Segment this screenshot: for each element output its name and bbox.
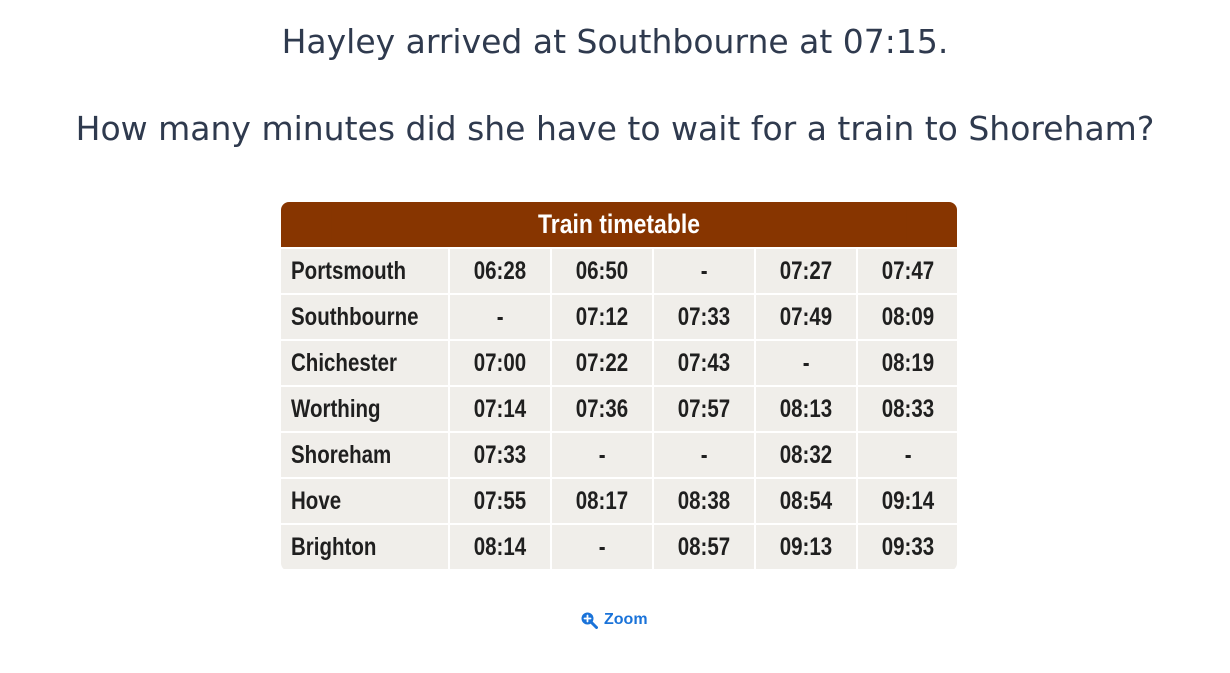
departure-time-cell: 08:17 — [552, 479, 652, 523]
zoom-label: Zoom — [604, 611, 648, 628]
departure-time: - — [700, 440, 708, 469]
departure-time-cell: 08:33 — [858, 387, 957, 431]
departure-time-cell: - — [654, 249, 754, 293]
departure-time-cell: 06:28 — [450, 249, 550, 293]
departure-time-cell: 08:13 — [756, 387, 856, 431]
station-name-cell: Portsmouth — [281, 249, 448, 293]
station-name-cell: Hove — [281, 479, 448, 523]
station-name: Brighton — [291, 532, 377, 561]
departure-time-cell: 07:55 — [450, 479, 550, 523]
departure-time-cell: 08:32 — [756, 433, 856, 477]
departure-time: 08:33 — [881, 394, 935, 423]
departure-time-cell: 08:19 — [858, 341, 957, 385]
departure-time: 07:00 — [473, 348, 527, 377]
station-name-cell: Brighton — [281, 525, 448, 569]
departure-time: 07:43 — [677, 348, 731, 377]
departure-time: 09:33 — [881, 532, 935, 561]
departure-time: 07:14 — [473, 394, 527, 423]
departure-time-cell: 07:36 — [552, 387, 652, 431]
departure-time-cell: 07:14 — [450, 387, 550, 431]
departure-time: 07:22 — [575, 348, 629, 377]
departure-time: - — [700, 256, 708, 285]
departure-time-cell: 09:33 — [858, 525, 957, 569]
departure-time: 08:57 — [677, 532, 731, 561]
departure-time: 08:38 — [677, 486, 731, 515]
station-name: Worthing — [291, 394, 381, 423]
departure-time-cell: 08:09 — [858, 295, 957, 339]
departure-time: 06:28 — [473, 256, 527, 285]
station-name: Portsmouth — [291, 256, 407, 285]
departure-time: - — [904, 440, 912, 469]
station-name: Hove — [291, 486, 342, 515]
station-name: Shoreham — [291, 440, 392, 469]
timetable-grid: Portsmouth 06:28 06:50 - 07:27 07:47 Southbour… — [281, 247, 957, 569]
departure-time-cell: 07:33 — [450, 433, 550, 477]
departure-time: 08:09 — [881, 302, 935, 331]
departure-time-cell: - — [756, 341, 856, 385]
departure-time-cell: 06:50 — [552, 249, 652, 293]
departure-time: 07:27 — [779, 256, 833, 285]
departure-time: 07:33 — [473, 440, 527, 469]
station-name-cell: Chichester — [281, 341, 448, 385]
departure-time-cell: 07:12 — [552, 295, 652, 339]
departure-time: - — [598, 440, 606, 469]
departure-time: 08:54 — [779, 486, 833, 515]
zoom-button[interactable]: Zoom — [580, 611, 648, 629]
departure-time-cell: 07:47 — [858, 249, 957, 293]
departure-time-cell: 07:43 — [654, 341, 754, 385]
departure-time: 07:12 — [575, 302, 629, 331]
departure-time-cell: 08:38 — [654, 479, 754, 523]
departure-time: 07:55 — [473, 486, 527, 515]
question-text-prompt: How many minutes did she have to wait fo… — [75, 109, 1155, 148]
departure-time: 08:14 — [473, 532, 527, 561]
departure-time-cell: 08:57 — [654, 525, 754, 569]
timetable-title: Train timetable — [331, 202, 907, 247]
departure-time: 07:57 — [677, 394, 731, 423]
station-name: Southbourne — [291, 302, 419, 331]
departure-time-cell: - — [450, 295, 550, 339]
departure-time: 09:13 — [779, 532, 833, 561]
departure-time: 07:49 — [779, 302, 833, 331]
station-name-cell: Worthing — [281, 387, 448, 431]
departure-time: 07:33 — [677, 302, 731, 331]
station-name-cell: Shoreham — [281, 433, 448, 477]
departure-time: - — [598, 532, 606, 561]
departure-time-cell: 08:14 — [450, 525, 550, 569]
departure-time-cell: 09:13 — [756, 525, 856, 569]
departure-time: - — [496, 302, 504, 331]
departure-time-cell: 08:54 — [756, 479, 856, 523]
timetable-header: Train timetable — [281, 202, 957, 247]
departure-time-cell: 07:57 — [654, 387, 754, 431]
departure-time-cell: 07:33 — [654, 295, 754, 339]
train-timetable: Train timetable Portsmouth 06:28 06:50 - 07:… — [281, 202, 957, 571]
question-text-arrival: Hayley arrived at Southbourne at 07:15. — [281, 22, 949, 61]
departure-time-cell: - — [552, 525, 652, 569]
departure-time-cell: - — [654, 433, 754, 477]
departure-time: 08:32 — [779, 440, 833, 469]
departure-time: - — [802, 348, 810, 377]
departure-time: 08:19 — [881, 348, 935, 377]
departure-time-cell: 07:22 — [552, 341, 652, 385]
station-name-cell: Southbourne — [281, 295, 448, 339]
departure-time-cell: - — [552, 433, 652, 477]
departure-time: 08:17 — [575, 486, 629, 515]
zoom-in-icon — [581, 612, 598, 629]
departure-time: 09:14 — [881, 486, 935, 515]
station-name: Chichester — [291, 348, 397, 377]
departure-time: 07:36 — [575, 394, 629, 423]
departure-time-cell: 07:27 — [756, 249, 856, 293]
departure-time-cell: 09:14 — [858, 479, 957, 523]
departure-time: 08:13 — [779, 394, 833, 423]
departure-time-cell: 07:49 — [756, 295, 856, 339]
departure-time-cell: 07:00 — [450, 341, 550, 385]
departure-time: 07:47 — [881, 256, 935, 285]
departure-time-cell: - — [858, 433, 957, 477]
departure-time: 06:50 — [575, 256, 629, 285]
